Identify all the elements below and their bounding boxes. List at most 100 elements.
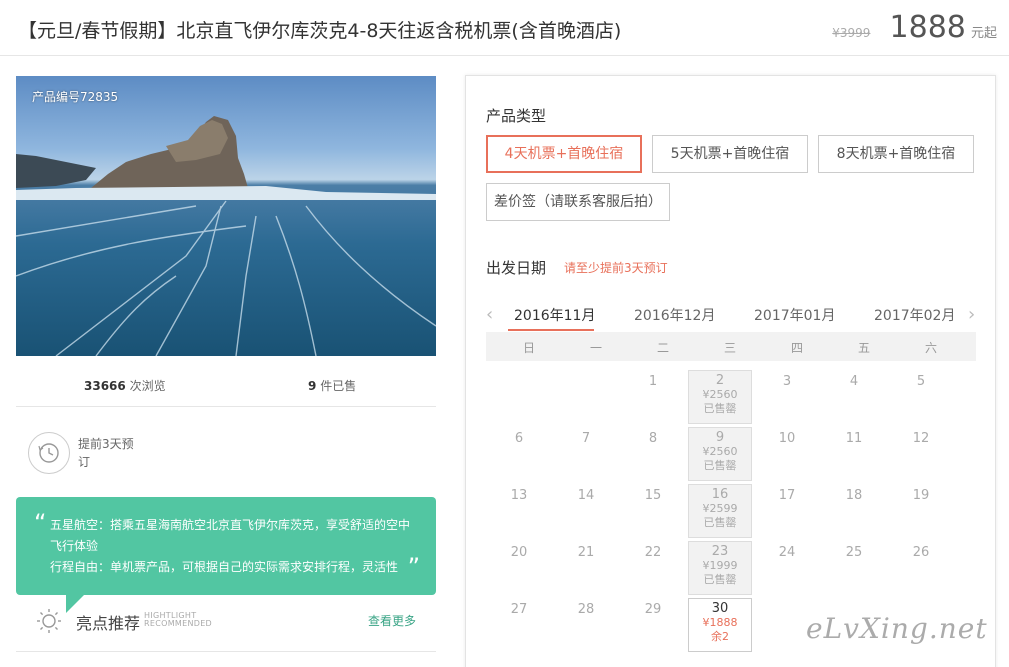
weekday-thu: 四: [790, 341, 803, 355]
day-number: 23: [711, 544, 729, 559]
calendar-day-20[interactable]: 20: [487, 541, 551, 595]
next-month-arrow-icon[interactable]: ›: [968, 304, 975, 325]
calendar-day-5[interactable]: 5: [889, 370, 953, 424]
booking-tip: 提前3天预订: [28, 432, 228, 474]
weekday-wed: 三: [723, 341, 736, 355]
calendar-day-24[interactable]: 24: [755, 541, 819, 595]
lake-baikal-image: [16, 116, 436, 356]
watermark: eLvXing.net: [806, 612, 988, 645]
price-box: ¥3999 1888 元起: [832, 10, 997, 45]
product-header: 【元旦/春节假期】北京直飞伊尔库茨克4-8天往返含税机票(含首晚酒店) ¥399…: [0, 0, 1009, 56]
day-number: 21: [577, 545, 595, 560]
day-number: 11: [845, 431, 863, 446]
calendar-day-15[interactable]: 15: [621, 484, 685, 538]
month-tab-2017-02[interactable]: 2017年02月: [874, 305, 955, 325]
day-number: 17: [778, 488, 796, 503]
price-unit: 元起: [970, 26, 997, 41]
prev-month-arrow-icon[interactable]: ‹: [486, 304, 493, 325]
type-option-8-days[interactable]: 8天机票+首晚住宿: [818, 135, 974, 173]
calendar-day-26[interactable]: 26: [889, 541, 953, 595]
calendar-day-2[interactable]: 2 ¥2560 已售罄: [688, 370, 752, 424]
active-month-underline: [508, 329, 594, 331]
calendar-day-13[interactable]: 13: [487, 484, 551, 538]
calendar-day-25[interactable]: 25: [822, 541, 886, 595]
product-photo[interactable]: 产品编号72835: [16, 76, 436, 356]
day-number: 2: [715, 373, 725, 388]
type-option-5-days[interactable]: 5天机票+首晚住宿: [652, 135, 808, 173]
day-number: 7: [581, 431, 591, 446]
day-number: 27: [510, 602, 528, 617]
calendar-day-4[interactable]: 4: [822, 370, 886, 424]
calendar-day-14[interactable]: 14: [554, 484, 618, 538]
weekday-header: 日 一 二 三 四 五 六: [486, 332, 976, 361]
view-more-link[interactable]: 查看更多: [368, 612, 416, 629]
day-number: 10: [778, 431, 796, 446]
day-number: 26: [912, 545, 930, 560]
type-option-price-diff[interactable]: 差价签（请联系客服后拍）: [486, 183, 670, 221]
month-tab-2016-11[interactable]: 2016年11月: [514, 305, 595, 325]
calendar-day-23[interactable]: 23 ¥1999 已售罄: [688, 541, 752, 595]
day-price: ¥2560: [702, 388, 738, 401]
sun-icon: [37, 609, 61, 633]
day-number: 6: [514, 431, 524, 446]
calendar-day-29[interactable]: 29: [621, 598, 685, 652]
weekday-sat: 六: [924, 341, 937, 355]
booking-tip-text: 提前3天预订: [78, 437, 134, 469]
calendar-day-12[interactable]: 12: [889, 427, 953, 481]
calendar-day-1[interactable]: 1: [621, 370, 685, 424]
open-quote-icon: “: [34, 509, 47, 537]
weekday-tue: 二: [656, 341, 669, 355]
day-number: 20: [510, 545, 528, 560]
day-number: 9: [715, 430, 725, 445]
calendar-day-19[interactable]: 19: [889, 484, 953, 538]
day-number: 18: [845, 488, 863, 503]
sold-out-label: 已售罄: [703, 402, 737, 415]
calendar-day-9[interactable]: 9 ¥2560 已售罄: [688, 427, 752, 481]
calendar-day-30[interactable]: 30 ¥1888 余2: [688, 598, 752, 652]
calendar-day-3[interactable]: 3: [755, 370, 819, 424]
calendar-day-17[interactable]: 17: [755, 484, 819, 538]
day-number: 3: [782, 374, 792, 389]
calendar-day-6[interactable]: 6: [487, 427, 551, 481]
day-number: 25: [845, 545, 863, 560]
calendar-day-11[interactable]: 11: [822, 427, 886, 481]
day-number: 30: [711, 601, 729, 616]
calendar-day-27[interactable]: 27: [487, 598, 551, 652]
sold-out-label: 已售罄: [703, 459, 737, 472]
product-title: 【元旦/春节假期】北京直飞伊尔库茨克4-8天往返含税机票(含首晚酒店): [18, 20, 622, 42]
day-number: 1: [648, 374, 658, 389]
calendar-day-18[interactable]: 18: [822, 484, 886, 538]
weekday-sun: 日: [522, 341, 535, 355]
weekday-mon: 一: [589, 341, 602, 355]
original-price: ¥3999: [832, 26, 871, 40]
weekday-fri: 五: [857, 341, 870, 355]
highlight-line-2: 行程自由：单机票产品，可根据自己的实际需求安排行程，灵活性: [50, 560, 399, 574]
views-label: 次浏览: [129, 379, 166, 393]
day-price: ¥1888: [702, 616, 738, 629]
calendar-day-28[interactable]: 28: [554, 598, 618, 652]
day-price: ¥1999: [702, 559, 738, 572]
calendar-day-21[interactable]: 21: [554, 541, 618, 595]
calendar-day-8[interactable]: 8: [621, 427, 685, 481]
day-number: 29: [644, 602, 662, 617]
sold-out-label: 已售罄: [703, 573, 737, 586]
product-stats: 33666 次浏览 9 件已售: [16, 362, 436, 407]
calendar-day-22[interactable]: 22: [621, 541, 685, 595]
highlight-en-line-2: RECOMMENDED: [144, 619, 213, 628]
calendar-day-10[interactable]: 10: [755, 427, 819, 481]
sold-count: 9: [308, 379, 317, 393]
month-tab-2016-12[interactable]: 2016年12月: [634, 305, 715, 325]
views-count: 33666: [84, 379, 126, 393]
day-number: 15: [644, 488, 662, 503]
highlight-title: 亮点推荐: [76, 614, 141, 633]
day-number: 4: [849, 374, 859, 389]
calendar-day-16[interactable]: 16 ¥2599 已售罄: [688, 484, 752, 538]
highlight-text: 五星航空：搭乘五星海南航空北京直飞伊尔库茨克，享受舒适的空中飞行体验 行程自由：…: [50, 515, 410, 578]
month-tab-2017-01[interactable]: 2017年01月: [754, 305, 835, 325]
sold-label: 件已售: [320, 379, 357, 393]
day-number: 24: [778, 545, 796, 560]
day-number: 22: [644, 545, 662, 560]
type-option-4-days[interactable]: 4天机票+首晚住宿: [486, 135, 642, 173]
calendar-day-7[interactable]: 7: [554, 427, 618, 481]
day-number: 12: [912, 431, 930, 446]
